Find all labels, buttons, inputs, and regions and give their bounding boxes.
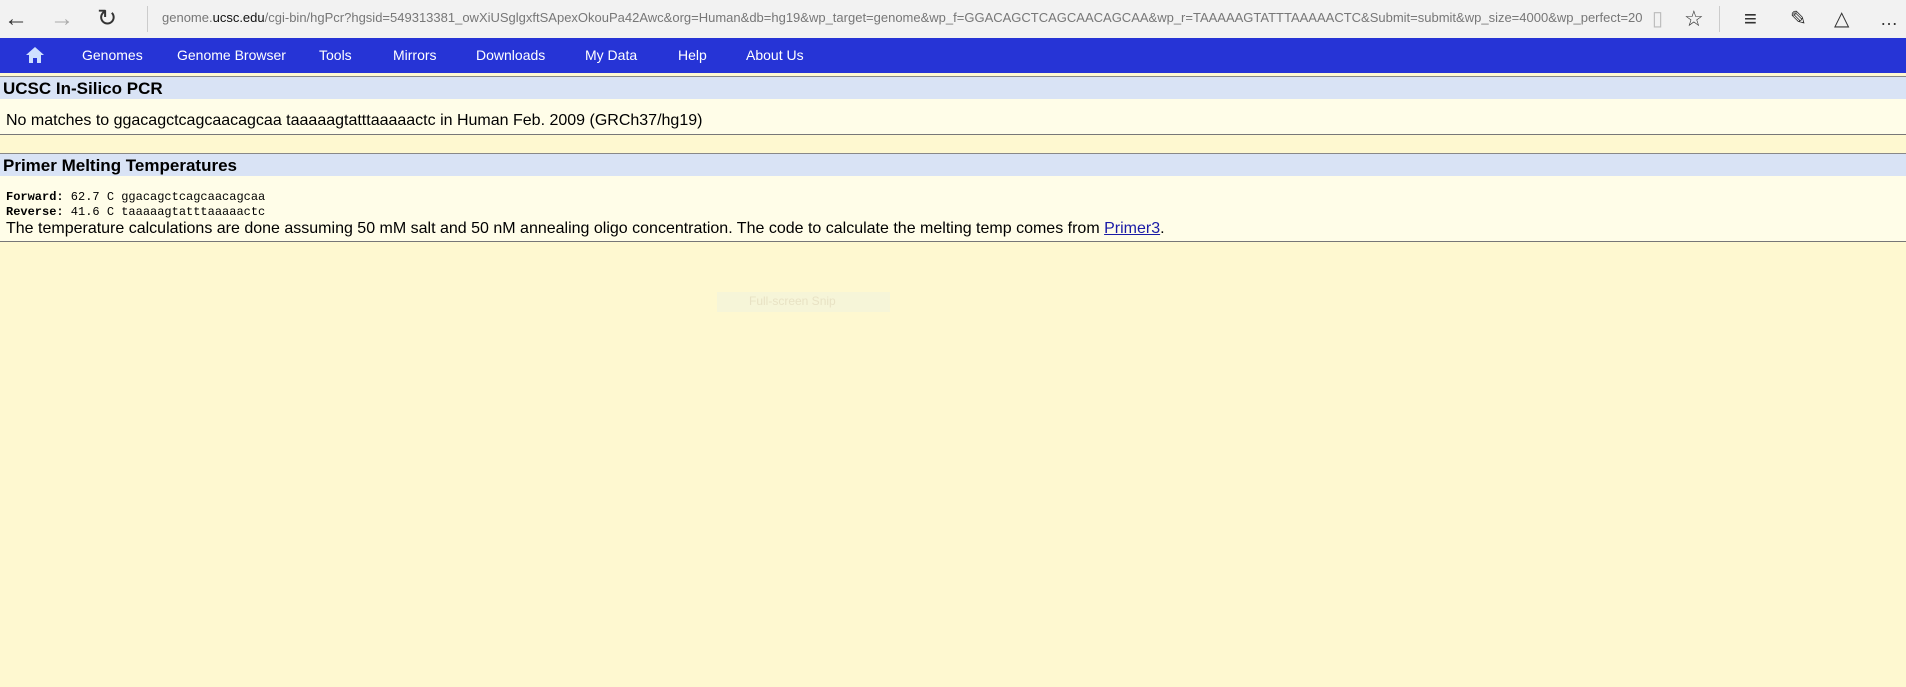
- reverse-line: Reverse: 41.6 C taaaaagtatttaaaaactc: [6, 205, 265, 219]
- pcr-title: UCSC In-Silico PCR: [3, 79, 163, 98]
- more-icon[interactable]: …: [1880, 4, 1898, 34]
- reverse-label: Reverse:: [6, 205, 64, 219]
- note-text: The temperature calculations are done as…: [6, 220, 1105, 237]
- forward-value: 62.7 C ggacagctcagcaacagcaa: [63, 190, 266, 204]
- share-icon[interactable]: △: [1834, 4, 1849, 34]
- melting-note: The temperature calculations are done as…: [6, 220, 1165, 238]
- divider: [1719, 6, 1720, 32]
- forward-line: Forward: 62.7 C ggacagctcagcaacagcaa: [6, 190, 265, 204]
- top-nav: Genomes Genome Browser Tools Mirrors Dow…: [0, 38, 1906, 73]
- browser-toolbar: ← → ↻ genome.ucsc.edu/cgi-bin/hgPcr?hgsi…: [0, 0, 1906, 38]
- nav-genome-browser[interactable]: Genome Browser: [177, 47, 286, 63]
- nav-mirrors[interactable]: Mirrors: [393, 47, 437, 63]
- primer3-link[interactable]: Primer3: [1104, 220, 1160, 237]
- url-prefix: genome.: [162, 10, 213, 25]
- web-note-icon[interactable]: ✎: [1790, 4, 1807, 34]
- url-domain: ucsc.edu: [212, 10, 265, 25]
- snip-overlay: Full-screen Snip: [717, 292, 890, 312]
- melting-title: Primer Melting Temperatures: [3, 156, 237, 175]
- url-path: /cgi-bin/hgPcr?hgsid=549313381_owXiUSglg…: [264, 10, 1642, 25]
- melting-section-header: Primer Melting Temperatures: [0, 153, 1906, 176]
- nav-about-us[interactable]: About Us: [746, 47, 804, 63]
- note-end: .: [1160, 220, 1165, 237]
- nav-help[interactable]: Help: [678, 47, 707, 63]
- reading-view-icon[interactable]: ▯: [1652, 4, 1663, 34]
- refresh-icon[interactable]: ↻: [97, 4, 117, 34]
- nav-my-data[interactable]: My Data: [585, 47, 637, 63]
- snip-label: Full-screen Snip: [749, 294, 836, 308]
- hub-icon[interactable]: ≡: [1744, 4, 1757, 34]
- divider: [147, 6, 148, 32]
- forward-icon[interactable]: →: [50, 4, 74, 34]
- melting-panel: Forward: 62.7 C ggacagctcagcaacagcaa Rev…: [0, 176, 1906, 242]
- nav-tools[interactable]: Tools: [319, 47, 352, 63]
- nav-genomes[interactable]: Genomes: [82, 47, 143, 63]
- address-bar[interactable]: genome.ucsc.edu/cgi-bin/hgPcr?hgsid=5493…: [162, 10, 1642, 25]
- pcr-section-header: UCSC In-Silico PCR: [0, 76, 1906, 99]
- pcr-result-panel: No matches to ggacagctcagcaacagcaa taaaa…: [0, 99, 1906, 135]
- nav-downloads[interactable]: Downloads: [476, 47, 545, 63]
- back-icon[interactable]: ←: [4, 4, 28, 34]
- home-icon[interactable]: [25, 46, 45, 64]
- pcr-result-text: No matches to ggacagctcagcaacagcaa taaaa…: [6, 112, 703, 129]
- favorite-star-icon[interactable]: ☆: [1684, 4, 1704, 34]
- forward-label: Forward:: [6, 190, 64, 204]
- reverse-value: 41.6 C taaaaagtatttaaaaactc: [63, 205, 266, 219]
